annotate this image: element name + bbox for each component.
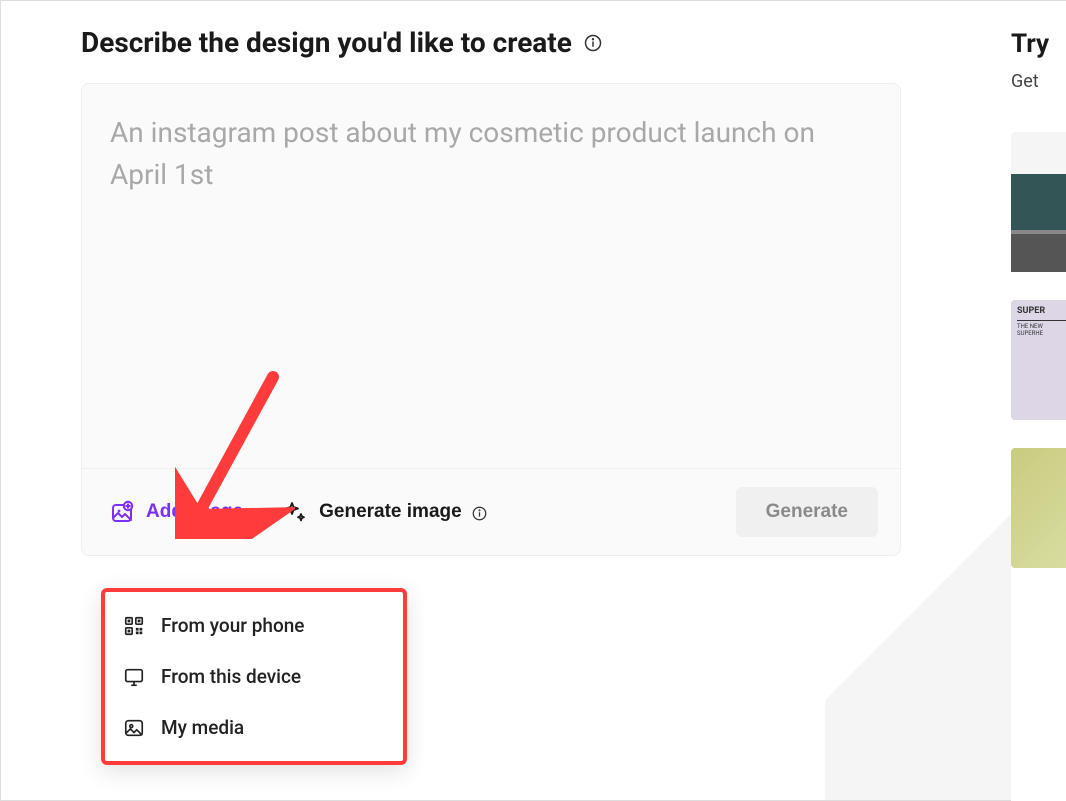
generate-image-label: Generate image (319, 501, 462, 523)
template-thumbnail[interactable] (1011, 132, 1066, 272)
sidebar-title: Try (1011, 29, 1066, 59)
sidebar-preview: Try Get SUPER THE NEW SUPERHE (1011, 1, 1066, 801)
template-thumbnail[interactable] (1011, 448, 1066, 568)
dropdown-item-label: From this device (161, 665, 301, 688)
sparkle-icon (283, 500, 307, 524)
add-image-label: Add image (146, 501, 243, 523)
generate-button[interactable]: Generate (736, 487, 878, 537)
photo-icon (123, 717, 145, 739)
dropdown-item-label: From your phone (161, 614, 304, 637)
sidebar-subtitle: Get (1011, 71, 1066, 92)
thumb-label: SUPER (1017, 306, 1045, 316)
thumb-text: SUPERHE (1017, 330, 1066, 337)
add-image-icon (110, 500, 134, 524)
thumb-text: THE NEW (1017, 323, 1066, 330)
design-prompt-input[interactable] (82, 84, 900, 464)
action-bar: Add image Generate image Generate (82, 468, 900, 555)
dropdown-item-label: My media (161, 716, 244, 739)
add-image-button[interactable]: Add image (110, 496, 243, 528)
dropdown-item-from-phone[interactable]: From your phone (105, 600, 403, 651)
prompt-card: Add image Generate image Generate (81, 83, 901, 556)
add-image-dropdown: From your phone From this device My medi… (101, 588, 407, 765)
page-title: Describe the design you'd like to create (81, 26, 572, 59)
info-icon[interactable] (472, 505, 487, 520)
template-thumbnail[interactable]: SUPER THE NEW SUPERHE (1011, 300, 1066, 420)
dropdown-item-from-device[interactable]: From this device (105, 651, 403, 702)
qr-icon (123, 615, 145, 637)
generate-image-button[interactable]: Generate image (283, 496, 487, 528)
dropdown-item-my-media[interactable]: My media (105, 702, 403, 753)
monitor-icon (123, 666, 145, 688)
info-icon[interactable] (584, 34, 602, 52)
heading-row: Describe the design you'd like to create (81, 26, 901, 59)
